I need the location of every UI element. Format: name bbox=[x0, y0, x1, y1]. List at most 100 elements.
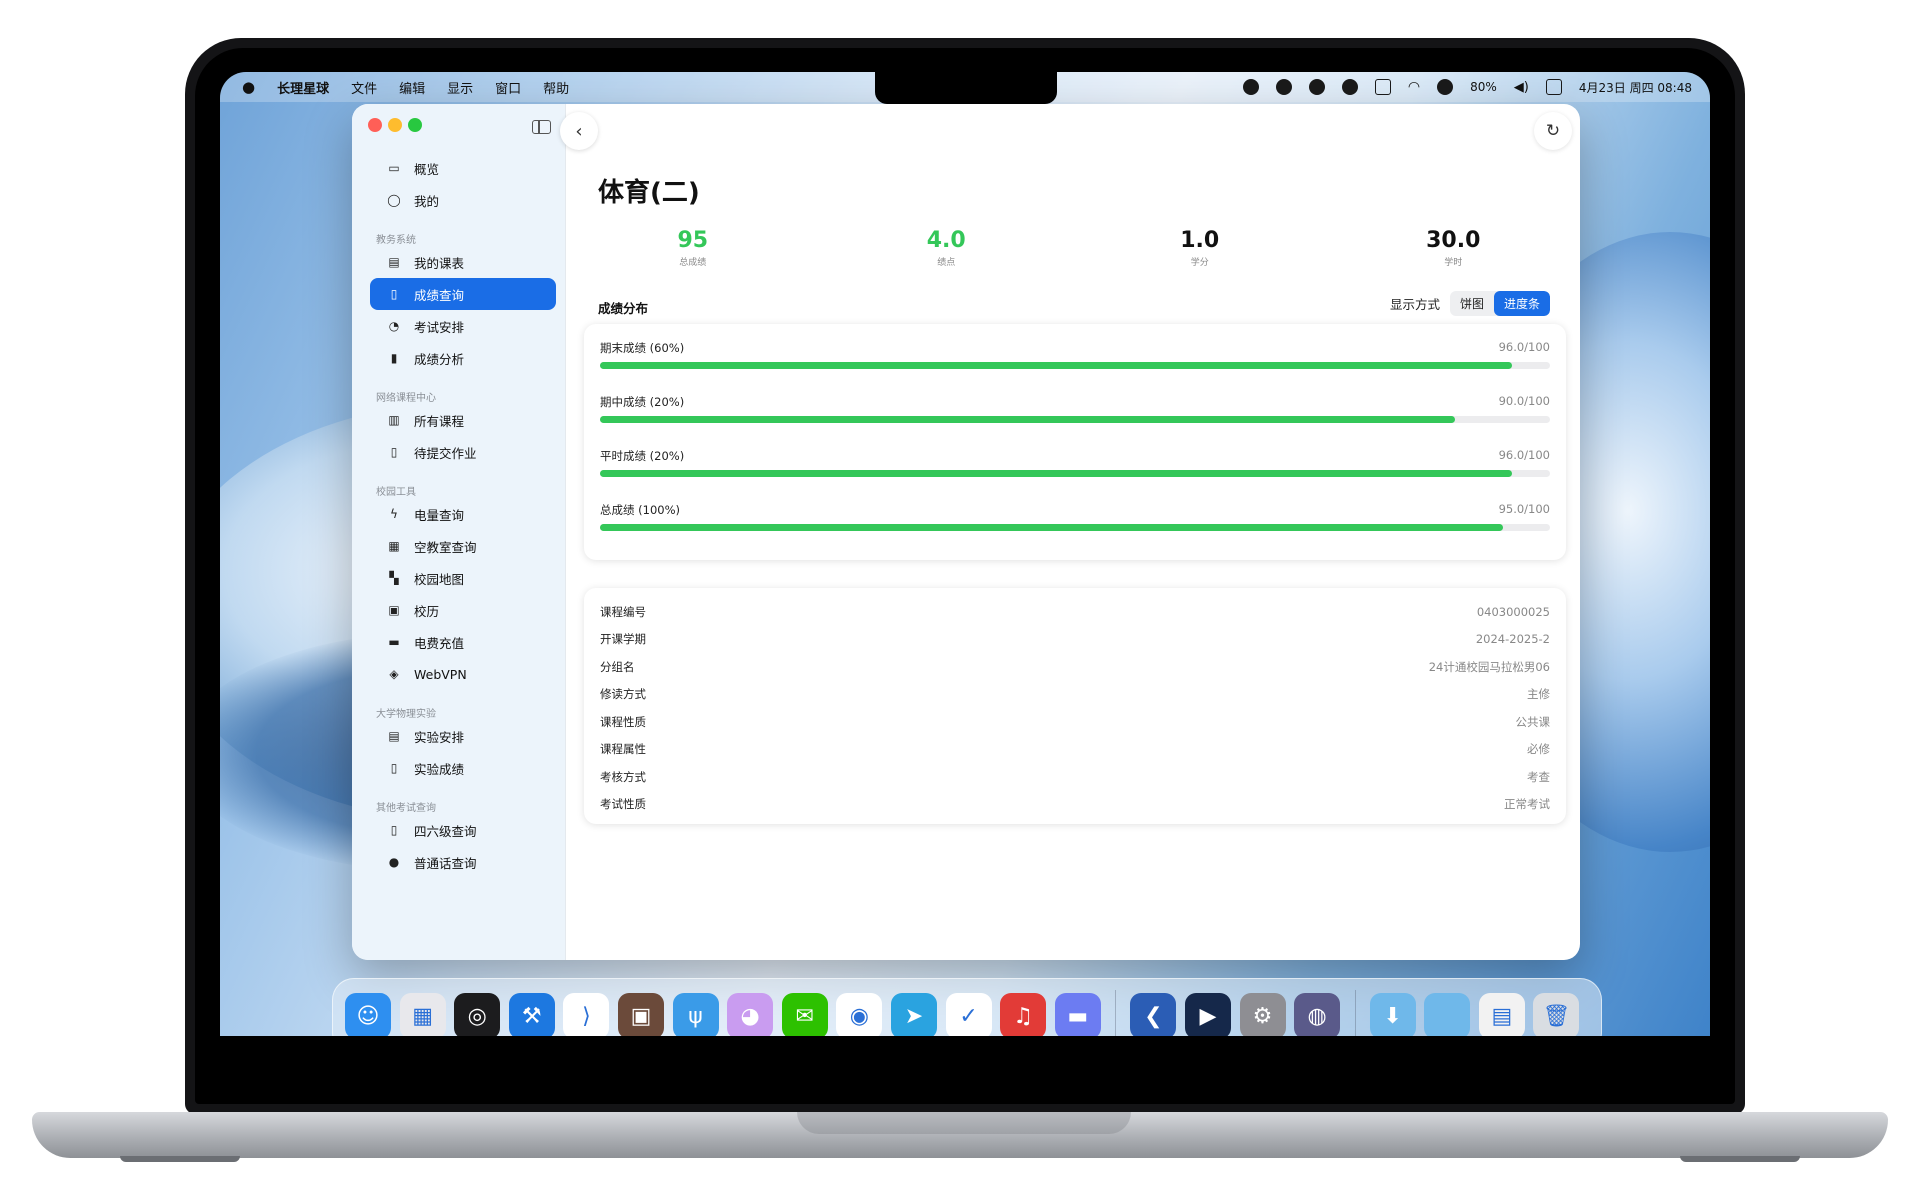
stat-value: 1.0 bbox=[1180, 228, 1220, 253]
sidebar-section-title: 其他考试查询 bbox=[376, 803, 436, 814]
menu-view[interactable]: 显示 bbox=[447, 78, 473, 97]
siri-icon[interactable]: ◎ bbox=[454, 993, 501, 1036]
document-icon: ▯ bbox=[390, 823, 398, 837]
input-method-icon[interactable] bbox=[1374, 79, 1391, 95]
sidebar-item[interactable]: ▬ 电费充值 bbox=[370, 626, 556, 658]
clock[interactable]: 4月23日 周四 08:48 bbox=[1579, 79, 1692, 96]
stat-value: 4.0 bbox=[926, 228, 966, 253]
sidebar-item[interactable]: ▯ 成绩查询 bbox=[370, 278, 556, 310]
mail-app-icon[interactable]: ✓ bbox=[945, 993, 992, 1036]
sidebar-toggle-icon[interactable] bbox=[532, 120, 551, 134]
info-value: 公共课 bbox=[1515, 714, 1551, 729]
menu-edit[interactable]: 编辑 bbox=[399, 78, 425, 97]
info-row: 考试性质 正常考试 bbox=[600, 791, 1550, 819]
info-row: 分组名 24计通校园马拉松男06 bbox=[600, 653, 1550, 681]
app-menu[interactable]: 长理星球 bbox=[277, 78, 329, 97]
map-icon: ▚ bbox=[389, 571, 399, 585]
system-settings-icon[interactable]: ⚙ bbox=[1239, 993, 1286, 1036]
app-store-dev-icon[interactable]: ◍ bbox=[1294, 993, 1341, 1036]
control-center-icon[interactable] bbox=[1545, 79, 1562, 95]
sidebar-item[interactable]: ▥ 所有课程 bbox=[370, 404, 556, 436]
display-mode-option[interactable]: 饼图 bbox=[1450, 291, 1494, 316]
menu-window[interactable]: 窗口 bbox=[495, 78, 521, 97]
sidebar-item[interactable]: ϟ 电量查询 bbox=[370, 498, 556, 530]
screenshot-stack-icon[interactable]: ▤ bbox=[1478, 993, 1525, 1036]
launchpad-icon[interactable]: ▦ bbox=[399, 993, 446, 1036]
sidebar-item[interactable]: ▯ 四六级查询 bbox=[370, 814, 556, 846]
menu-help[interactable]: 帮助 bbox=[543, 78, 569, 97]
score-bar-row: 期中成绩 (20%) 90.0/100 bbox=[600, 392, 1550, 446]
sidebar-item[interactable]: ▤ 我的课表 bbox=[370, 246, 556, 278]
telegram-icon[interactable]: ➤ bbox=[890, 993, 937, 1036]
sidebar-item[interactable]: ▚ 校园地图 bbox=[370, 562, 556, 594]
finder-icon[interactable]: ☺ bbox=[345, 993, 391, 1036]
netease-music-icon[interactable]: ♫ bbox=[1000, 993, 1047, 1036]
refresh-icon: ↻ bbox=[1545, 121, 1561, 141]
cat-app-icon[interactable]: ◕ bbox=[727, 993, 774, 1036]
sidebar-item[interactable]: ◔ 考试安排 bbox=[370, 310, 556, 342]
terminal-cat-icon[interactable]: ▣ bbox=[617, 993, 664, 1036]
desktop: ● 长理星球 文件 编辑 显示 窗口 帮助 ◠ 80% ◀) 4月23日 周四 … bbox=[220, 72, 1710, 1036]
stats-row: 95 总成绩 4.0 绩点 1.0 学分 30.0 学时 bbox=[566, 228, 1580, 268]
sidebar-item[interactable]: ▤ 实验安排 bbox=[370, 720, 556, 752]
wechat-icon[interactable]: ✉ bbox=[781, 993, 828, 1036]
info-row: 课程编号 0403000025 bbox=[600, 598, 1550, 626]
xcode-icon[interactable]: ⚒ bbox=[508, 993, 555, 1036]
dock-separator bbox=[1115, 990, 1117, 1036]
stat-label: 绩点 bbox=[937, 258, 956, 268]
qq-icon[interactable]: ◉ bbox=[836, 993, 883, 1036]
display-mode-option[interactable]: 进度条 bbox=[1493, 291, 1550, 316]
downloads-folder-icon[interactable]: ⬇ bbox=[1369, 993, 1416, 1036]
display-mode-label: 显示方式 bbox=[1389, 297, 1440, 312]
stat-label: 学时 bbox=[1444, 258, 1463, 268]
sidebar-item[interactable]: ◯ 我的 bbox=[370, 184, 556, 216]
sidebar-item[interactable]: ◈ WebVPN bbox=[370, 658, 556, 690]
fork-icon[interactable]: ψ bbox=[672, 993, 719, 1036]
infuse-icon[interactable]: ▶ bbox=[1184, 993, 1231, 1036]
back-button[interactable]: ‹ bbox=[560, 112, 598, 150]
sidebar-item[interactable]: ▭ 概览 bbox=[370, 152, 556, 184]
sidebar-item-label: 我的课表 bbox=[414, 255, 465, 271]
status-app-icon[interactable] bbox=[1242, 79, 1259, 95]
info-key: 分组名 bbox=[600, 659, 635, 674]
wifi-icon[interactable]: ◠ bbox=[1408, 79, 1420, 95]
display-mode-segmented: 饼图 进度条 bbox=[1449, 291, 1550, 316]
sidebar-item-label: 成绩查询 bbox=[414, 287, 465, 303]
sidebar-section-title: 大学物理实验 bbox=[376, 709, 436, 720]
sidebar-item[interactable]: ▯ 待提交作业 bbox=[370, 436, 556, 468]
progress-fill bbox=[600, 416, 1455, 423]
stat-item: 1.0 学分 bbox=[1073, 228, 1327, 268]
volume-icon[interactable]: ◀) bbox=[1514, 80, 1529, 95]
sidebar-item-label: 校历 bbox=[414, 603, 440, 619]
zoom-window-button[interactable] bbox=[408, 118, 422, 132]
distribution-card: 期末成绩 (60%) 96.0/100 期中成绩 (20%) 90.0/100 平时成绩… bbox=[584, 324, 1566, 560]
bell-icon[interactable] bbox=[1437, 79, 1454, 95]
send-status-icon[interactable] bbox=[1341, 79, 1358, 95]
kodi-icon[interactable]: ❮ bbox=[1130, 993, 1177, 1036]
calendar-icon: ▤ bbox=[388, 729, 400, 743]
minimize-window-button[interactable] bbox=[388, 118, 402, 132]
vscode-icon[interactable]: ⟩ bbox=[563, 993, 610, 1036]
progress-track bbox=[600, 416, 1550, 423]
sidebar-item[interactable]: ● 普通话查询 bbox=[370, 846, 556, 878]
messages-icon[interactable]: ▬ bbox=[1054, 993, 1101, 1036]
sidebar-item[interactable]: ▦ 空教室查询 bbox=[370, 530, 556, 562]
battery-percent[interactable]: 80% bbox=[1470, 80, 1497, 94]
cat-status-icon[interactable] bbox=[1275, 79, 1292, 95]
info-key: 修读方式 bbox=[600, 687, 646, 702]
card-icon: ▬ bbox=[388, 635, 400, 649]
sidebar-item[interactable]: ▯ 实验成绩 bbox=[370, 752, 556, 784]
apple-icon[interactable]: ● bbox=[242, 78, 255, 96]
progress-track bbox=[600, 470, 1550, 477]
sidebar-item[interactable]: ▣ 校历 bbox=[370, 594, 556, 626]
folder-icon[interactable] bbox=[1424, 993, 1471, 1036]
globe-status-icon[interactable] bbox=[1308, 79, 1325, 95]
info-value: 主修 bbox=[1527, 687, 1550, 702]
trash-icon[interactable]: 🗑 bbox=[1533, 993, 1580, 1036]
progress-fill bbox=[600, 524, 1503, 531]
sidebar-item[interactable]: ▮ 成绩分析 bbox=[370, 342, 556, 374]
refresh-button[interactable]: ↻ bbox=[1534, 112, 1572, 150]
close-window-button[interactable] bbox=[368, 118, 382, 132]
progress-track bbox=[600, 362, 1550, 369]
menu-file[interactable]: 文件 bbox=[351, 78, 377, 97]
